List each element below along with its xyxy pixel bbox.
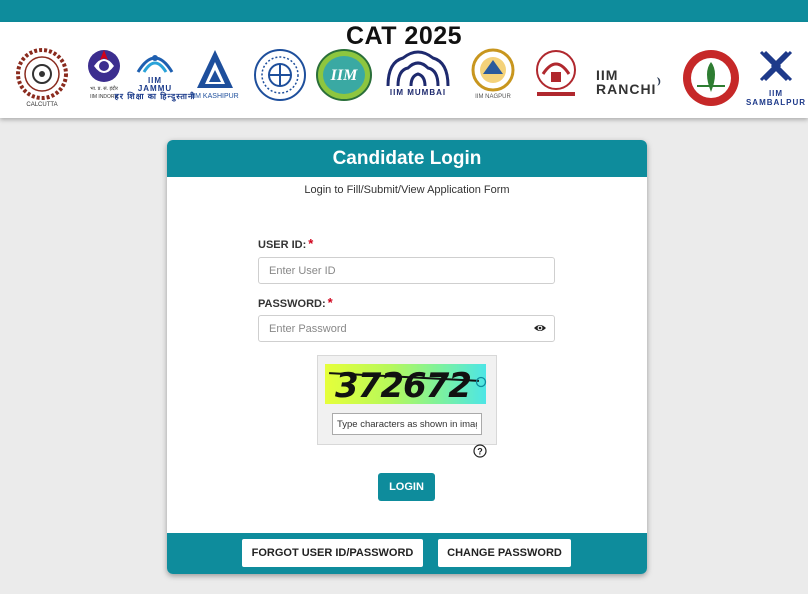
logo-iim-kozhikode — [530, 48, 582, 114]
login-button[interactable]: LOGIN — [378, 473, 435, 501]
logo-iim-ranchi: IIM RANCHI — [596, 48, 662, 114]
iim-calcutta-emblem-icon — [16, 48, 68, 100]
logo-text-kashipur: IIM KASHIPUR — [191, 93, 239, 100]
captcha-image: 372672 — [325, 364, 486, 404]
forgot-userid-password-button[interactable]: FORGOT USER ID/PASSWORD — [242, 539, 423, 567]
logo-text-nagpur: IIM NAGPUR — [475, 94, 511, 100]
help-icon-glyph: ? — [477, 447, 483, 457]
logo-text-ranchi: IIM RANCHI — [596, 66, 657, 97]
candidate-login-card: Candidate Login Login to Fill/Submit/Vie… — [167, 140, 647, 574]
logo-iim-kashipur: IIM KASHIPUR — [186, 48, 244, 114]
logo-iim-rohtak — [680, 48, 742, 114]
logo-iim-nagpur: IIM NAGPUR — [468, 48, 518, 114]
login-card-title: Candidate Login — [167, 140, 647, 177]
logo-text-mumbai: IIM MUMBAI — [389, 88, 447, 97]
iim-rohtak-emblem-icon — [683, 50, 739, 106]
logo-iim-mumbai: IIM MUMBAI — [382, 48, 454, 114]
logo-text-calcutta: CALCUTTA — [26, 102, 58, 108]
required-marker: * — [308, 236, 314, 251]
iim-ranchi-bird-icon — [657, 77, 661, 86]
iim-sambalpur-emblem-icon — [759, 50, 793, 82]
required-marker: * — [327, 295, 333, 310]
iim-jammu-emblem-icon — [136, 55, 174, 73]
iim-mumbai-emblem-icon — [386, 50, 450, 87]
password-input[interactable] — [258, 315, 555, 342]
refresh-icon[interactable] — [475, 376, 487, 388]
captcha-panel: 372672 — [317, 355, 497, 445]
login-card-subtitle: Login to Fill/Submit/View Application Fo… — [304, 184, 510, 196]
logo-iim-bangalore — [252, 48, 308, 114]
iim-kozhikode-emblem-icon — [536, 50, 576, 96]
iim-nagpur-emblem-icon — [471, 48, 515, 92]
exam-title: CAT 2025 — [345, 22, 463, 50]
login-card-footer: FORGOT USER ID/PASSWORD CHANGE PASSWORD — [167, 533, 647, 574]
logo-text-jammu: IIM JAMMU हर शिक्षा का हिन्दुस्तानी — [114, 76, 196, 101]
iim-lucknow-emblem-icon: IIM — [316, 49, 372, 101]
iim-kashipur-emblem-icon — [197, 50, 233, 88]
password-label: PASSWORD: * — [258, 295, 333, 310]
help-icon[interactable]: ? — [473, 444, 487, 458]
password-label-text: PASSWORD: — [258, 298, 326, 310]
top-color-bar — [0, 0, 808, 22]
logo-iim-sambalpur: IIM SAMBALPUR — [745, 48, 807, 114]
iim-bangalore-emblem-icon — [254, 49, 306, 101]
logo-text-sambalpur: IIM SAMBALPUR — [745, 89, 807, 107]
captcha-input[interactable] — [332, 413, 482, 435]
captcha-characters: 372672 — [335, 366, 472, 404]
change-password-button[interactable]: CHANGE PASSWORD — [438, 539, 571, 567]
logo-iim-calcutta: CALCUTTA — [12, 48, 72, 114]
lucknow-logo-mark: IIM — [330, 67, 358, 84]
header-banner: CAT 2025 CALCUTTA भा. प्र. सं. इंदौर IIM… — [0, 22, 808, 118]
eye-icon[interactable] — [533, 321, 547, 335]
user-id-label-text: USER ID: — [258, 239, 307, 251]
logo-iim-lucknow: IIM — [314, 48, 374, 114]
user-id-input[interactable] — [258, 257, 555, 284]
logo-iim-jammu: IIM JAMMU हर शिक्षा का हिन्दुस्तानी — [114, 48, 195, 114]
user-id-label: USER ID: * — [258, 236, 313, 251]
